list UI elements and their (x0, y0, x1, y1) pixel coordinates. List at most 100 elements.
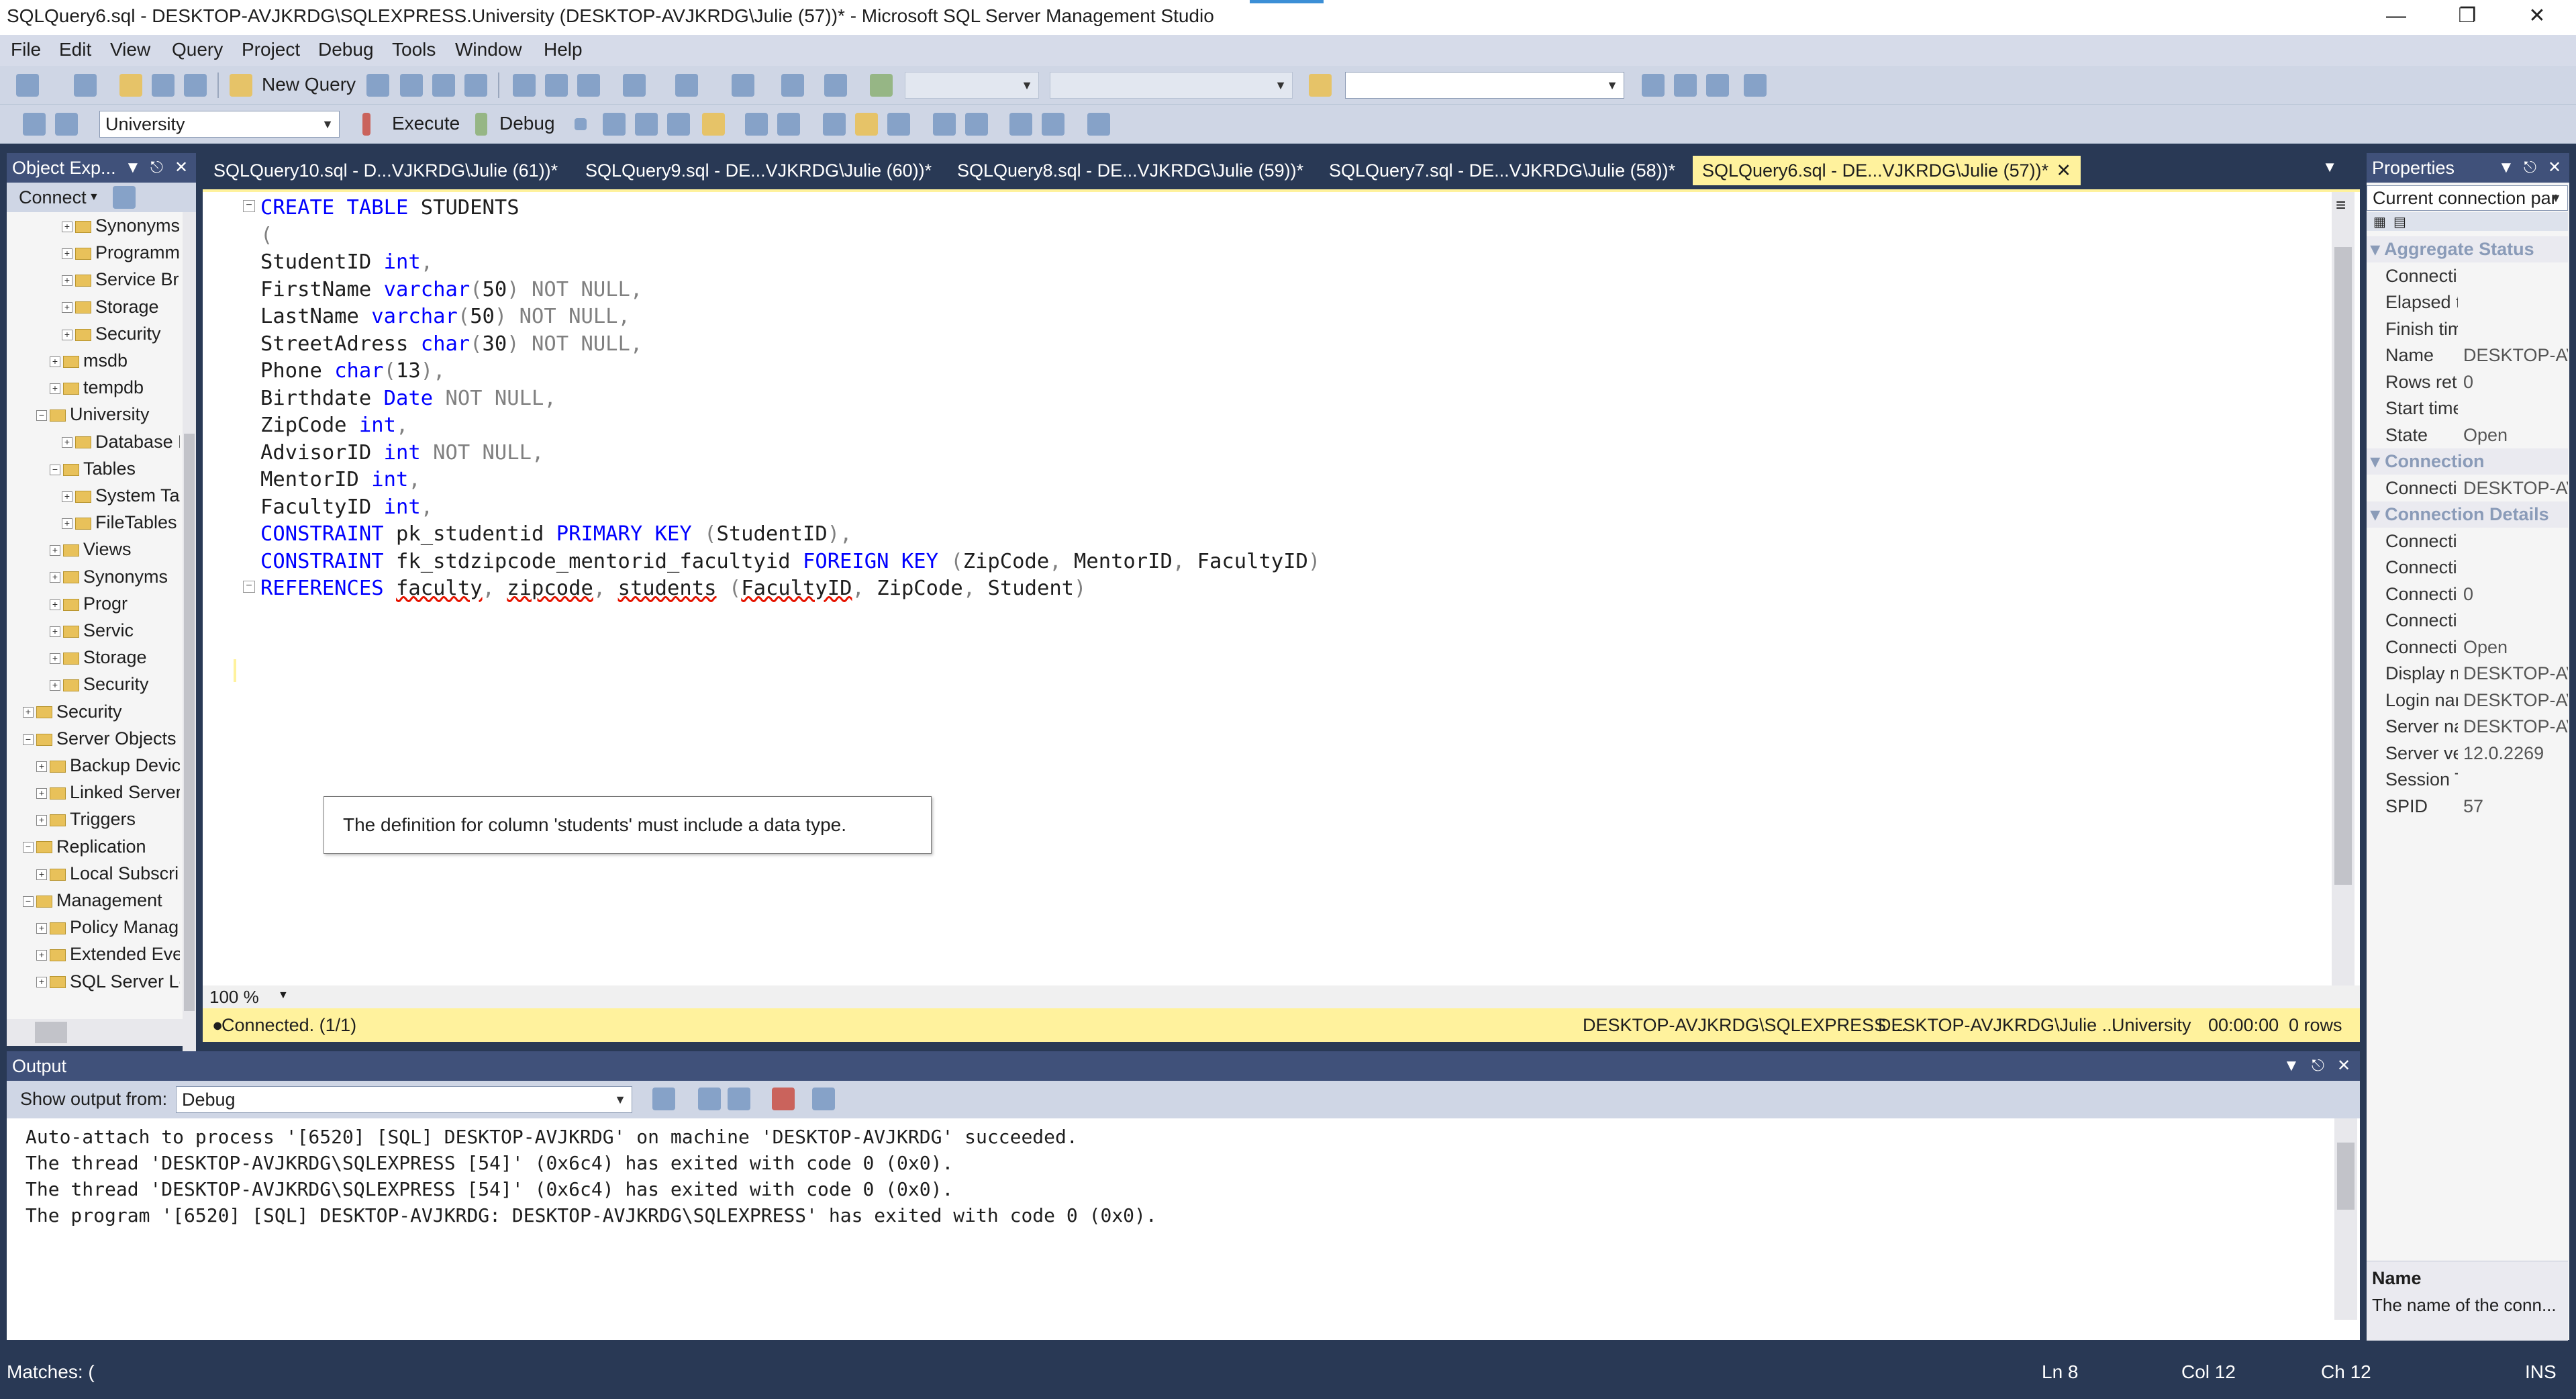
solution-platform-dropdown[interactable]: ▼ (1050, 72, 1293, 99)
specify-template-icon[interactable] (1087, 113, 1110, 136)
intellisense-icon[interactable] (745, 113, 768, 136)
find-in-files-icon[interactable] (1309, 74, 1332, 97)
close-icon[interactable]: ✕ (2337, 1051, 2350, 1081)
solution-config-dropdown[interactable]: ▼ (905, 72, 1039, 99)
connect-button[interactable]: Connect (19, 183, 87, 212)
minimize-button[interactable]: — (2363, 0, 2430, 35)
tree-scrollbar[interactable] (183, 212, 196, 1180)
close-window-button[interactable]: ✕ (2504, 0, 2571, 35)
expand-toggle-icon[interactable]: + (50, 653, 60, 665)
properties-object-selector[interactable]: Current connection par ▼ (2367, 185, 2568, 211)
cancel-query-icon[interactable] (575, 118, 587, 130)
change-connection-icon[interactable] (55, 113, 78, 136)
expand-toggle-icon[interactable]: − (23, 896, 34, 907)
tree-node[interactable]: − University (36, 401, 150, 428)
tree-node[interactable]: + FileTables (62, 509, 177, 536)
debug-icon[interactable] (475, 113, 487, 136)
menu-file[interactable]: File (11, 39, 41, 60)
menu-edit[interactable]: Edit (59, 39, 91, 60)
word-wrap-icon[interactable] (812, 1088, 835, 1110)
specify-values-icon[interactable] (702, 113, 725, 136)
expand-toggle-icon[interactable]: + (62, 248, 72, 260)
sql-code[interactable]: CREATE TABLE STUDENTS(StudentID int, Firs… (260, 195, 1320, 603)
previous-message-icon[interactable] (698, 1088, 721, 1110)
find-message-icon[interactable] (652, 1088, 675, 1110)
property-row[interactable]: Name DESKTOP-AV (2367, 342, 2568, 369)
alphabetical-icon[interactable]: ▤ (2393, 213, 2406, 230)
expand-toggle-icon[interactable]: + (36, 815, 47, 826)
tab-sqlquery10[interactable]: SQLQuery10.sql - D...VJKRDG\Julie (61))* (204, 156, 567, 185)
menu-project[interactable]: Project (242, 39, 300, 60)
clear-all-icon[interactable] (772, 1088, 795, 1110)
dropdown-icon[interactable]: ▼ (125, 153, 141, 183)
expand-toggle-icon[interactable]: + (50, 356, 60, 367)
expand-toggle-icon[interactable]: − (50, 464, 60, 475)
connect-dropdown-icon[interactable]: ▼ (89, 183, 99, 212)
editor-scrollbar-thumb[interactable] (2334, 247, 2352, 885)
new-project-icon[interactable] (16, 74, 39, 97)
output-text[interactable]: Auto-attach to process '[6520] [SQL] DES… (26, 1124, 1157, 1228)
property-row[interactable]: Connecti Open (2367, 634, 2568, 661)
registered-servers-icon[interactable] (1642, 74, 1665, 97)
close-icon[interactable]: ✕ (2548, 153, 2561, 183)
expand-toggle-icon[interactable]: + (36, 761, 47, 772)
expand-toggle-icon[interactable]: + (62, 518, 72, 530)
menu-debug[interactable]: Debug (318, 39, 374, 60)
property-row[interactable]: Server ve 12.0.2269 (2367, 740, 2568, 767)
restore-button[interactable]: ❐ (2434, 0, 2501, 35)
tree-node[interactable]: + tempdb (50, 374, 144, 401)
output-scrollbar-thumb[interactable] (2337, 1143, 2355, 1210)
tree-node[interactable]: + Synonyms (62, 212, 180, 239)
tab-overflow-icon[interactable]: ▼ (2322, 158, 2337, 176)
xmla-query-icon[interactable] (464, 74, 487, 97)
toolbox-icon[interactable] (1744, 74, 1767, 97)
save-all-icon[interactable] (184, 74, 207, 97)
expand-toggle-icon[interactable]: + (62, 302, 72, 313)
comment-icon[interactable] (933, 113, 956, 136)
tree-hscrollbar[interactable] (7, 1019, 183, 1046)
output-source-dropdown[interactable]: Debug ▼ (176, 1086, 632, 1113)
tab-sqlquery6[interactable]: SQLQuery6.sql - DE...VJKRDG\Julie (57))*… (1693, 156, 2081, 185)
expand-toggle-icon[interactable]: − (23, 734, 34, 745)
tree-hscrollbar-thumb[interactable] (35, 1022, 67, 1043)
property-row[interactable]: Rows retu0 (2367, 369, 2568, 395)
property-row[interactable]: Connecti DESKTOP-AV (2367, 475, 2568, 501)
property-category[interactable]: ▾ Connection Details (2367, 501, 2568, 528)
next-message-icon[interactable] (728, 1088, 750, 1110)
execute-icon[interactable] (362, 113, 370, 136)
query-designer-icon[interactable] (667, 113, 690, 136)
editor-scrollbar[interactable]: ≡ (2332, 192, 2355, 988)
property-row[interactable]: Connecti (2367, 608, 2568, 634)
property-row[interactable]: Session T (2367, 767, 2568, 793)
tree-node[interactable]: + Backup Devic (36, 752, 180, 779)
execute-button[interactable]: Execute (392, 113, 460, 134)
tree-node[interactable]: + msdb (50, 347, 128, 374)
tree-node[interactable]: − Management (23, 887, 162, 914)
menu-tools[interactable]: Tools (392, 39, 436, 60)
tree-node[interactable]: + Local Subscri (36, 860, 179, 887)
collapse-icon[interactable]: ▾ (2371, 451, 2385, 471)
query-editor[interactable]: − − CREATE TABLE STUDENTS(StudentID int,… (203, 189, 2360, 988)
connect-icon[interactable] (23, 113, 46, 136)
zoom-level[interactable]: 100 % (209, 987, 259, 1008)
save-icon[interactable] (152, 74, 175, 97)
mdx-query-icon[interactable] (432, 74, 455, 97)
tree-scrollbar-thumb[interactable] (184, 434, 195, 1011)
expand-toggle-icon[interactable]: + (62, 221, 72, 232)
expand-toggle-icon[interactable]: + (50, 680, 60, 691)
properties-icon[interactable] (1706, 74, 1729, 97)
add-item-icon[interactable] (74, 74, 97, 97)
tree-node[interactable]: + Security (50, 671, 149, 697)
activity-monitor-icon[interactable] (824, 74, 847, 97)
tree-node[interactable]: − Server Objects (23, 725, 177, 752)
collapse-icon[interactable]: ▾ (2371, 239, 2384, 259)
new-query-icon[interactable] (230, 74, 252, 97)
expand-toggle-icon[interactable]: + (62, 329, 72, 340)
property-category[interactable]: ▾ Connection (2367, 448, 2568, 475)
zoom-dropdown-icon[interactable]: ▼ (278, 990, 289, 1002)
parse-icon[interactable] (603, 113, 626, 136)
dropdown-icon[interactable]: ▼ (2498, 153, 2514, 183)
navigate-backward-icon[interactable] (732, 74, 754, 97)
expand-toggle-icon[interactable]: + (36, 950, 47, 961)
close-tab-icon[interactable]: ✕ (2056, 156, 2071, 185)
